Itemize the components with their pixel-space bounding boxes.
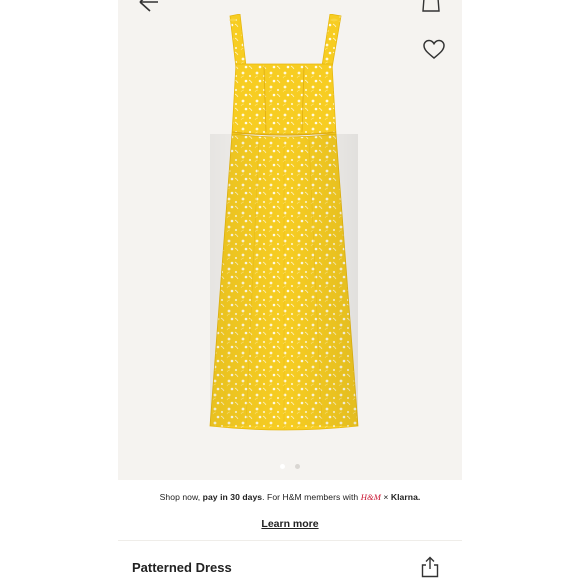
product-details: Patterned Dress	[118, 541, 462, 580]
hm-logo: H&M	[360, 492, 381, 502]
learn-more-link[interactable]: Learn more	[261, 518, 318, 530]
left-margin	[0, 0, 118, 580]
shopping-bag-icon[interactable]	[420, 0, 442, 12]
product-page: Shop now, pay in 30 days. For H&M member…	[118, 0, 462, 580]
payment-message: Shop now, pay in 30 days. For H&M member…	[159, 492, 421, 502]
carousel-indicator	[118, 456, 462, 474]
product-image[interactable]	[118, 0, 462, 480]
arrow-left-icon[interactable]	[130, 0, 160, 14]
carousel-dot[interactable]	[295, 464, 301, 469]
dress-image	[209, 14, 359, 431]
carousel-dot-active[interactable]	[279, 464, 285, 469]
share-icon[interactable]	[420, 556, 440, 578]
klarna-logo: Klarna.	[390, 492, 421, 502]
right-margin	[462, 0, 580, 580]
heart-icon[interactable]	[422, 38, 446, 60]
product-title: Patterned Dress	[132, 560, 232, 575]
payment-banner: Shop now, pay in 30 days. For H&M member…	[118, 480, 462, 540]
